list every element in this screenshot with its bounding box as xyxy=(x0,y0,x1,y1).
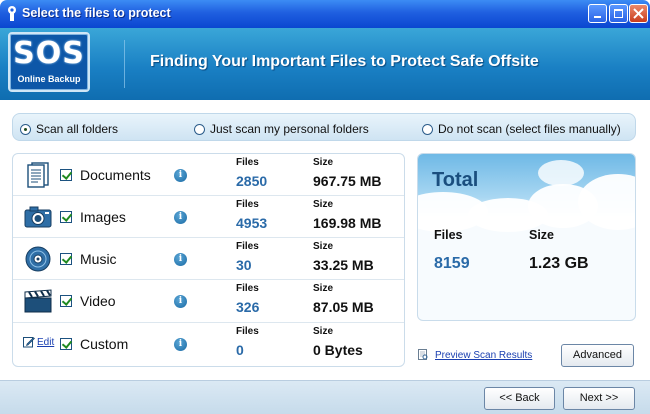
document-magnifier-icon xyxy=(418,349,428,360)
documents-icon xyxy=(27,162,49,188)
info-icon[interactable]: i xyxy=(174,338,187,351)
files-header: Files xyxy=(236,326,259,337)
total-files-header: Files xyxy=(434,228,463,242)
radio-label: Do not scan (select files manually) xyxy=(438,122,621,136)
window-title: Select the files to protect xyxy=(22,6,171,20)
back-button[interactable]: << Back xyxy=(484,387,555,410)
size-value: 87.05 MB xyxy=(313,299,374,315)
title-bar: Select the files to protect xyxy=(0,0,650,28)
total-title: Total xyxy=(432,169,479,191)
music-disc-icon xyxy=(25,246,51,272)
close-icon xyxy=(633,8,644,19)
radio-indicator[interactable] xyxy=(20,123,31,135)
scan-options-bar: Scan all folders Just scan my personal f… xyxy=(12,113,636,141)
info-icon[interactable]: i xyxy=(174,169,187,182)
size-header: Size xyxy=(313,157,334,168)
edit-custom[interactable]: Edit xyxy=(23,336,54,348)
radio-scan-personal[interactable]: Just scan my personal folders xyxy=(194,122,369,136)
category-row-music: Music i Files Size 30 33.25 MB xyxy=(13,238,404,280)
maximize-button[interactable] xyxy=(609,4,628,23)
files-count: 0 xyxy=(236,342,244,358)
total-size-value: 1.23 GB xyxy=(529,255,589,272)
radio-indicator[interactable] xyxy=(422,123,433,135)
logo-sub-text: Online Backup xyxy=(17,74,81,84)
category-row-video: Video i Files Size 326 87.05 MB xyxy=(13,280,404,323)
advanced-button[interactable]: Advanced xyxy=(561,344,634,367)
files-count: 2850 xyxy=(236,173,268,189)
category-label: Video xyxy=(80,293,116,309)
clapperboard-icon xyxy=(24,289,52,313)
next-button[interactable]: Next >> xyxy=(563,387,635,410)
size-header: Size xyxy=(313,283,334,294)
edit-icon xyxy=(23,337,35,348)
radio-scan-all[interactable]: Scan all folders xyxy=(20,122,118,136)
size-value: 0 Bytes xyxy=(313,342,363,358)
info-icon[interactable]: i xyxy=(174,295,187,308)
header-banner: SOS Online Backup Finding Your Important… xyxy=(0,28,650,100)
categories-panel: Documents i Files Size 2850 967.75 MB Im… xyxy=(12,153,405,367)
size-header: Size xyxy=(313,241,334,252)
radio-label: Just scan my personal folders xyxy=(210,122,369,136)
category-label: Custom xyxy=(80,336,129,352)
category-label: Music xyxy=(80,251,117,267)
close-button[interactable] xyxy=(629,4,648,23)
minimize-button[interactable] xyxy=(588,4,607,23)
files-header: Files xyxy=(236,283,259,294)
files-header: Files xyxy=(236,199,259,210)
preview-scan-results[interactable]: Preview Scan Results xyxy=(418,349,532,361)
size-value: 967.75 MB xyxy=(313,173,382,189)
files-header: Files xyxy=(236,241,259,252)
video-checkbox[interactable] xyxy=(60,295,72,307)
music-checkbox[interactable] xyxy=(60,253,72,265)
radio-label: Scan all folders xyxy=(36,122,119,136)
header-divider xyxy=(124,40,125,88)
size-value: 169.98 MB xyxy=(313,215,382,231)
camera-icon xyxy=(24,206,52,228)
files-count: 326 xyxy=(236,299,260,315)
radio-indicator[interactable] xyxy=(194,123,205,135)
files-count: 4953 xyxy=(236,215,268,231)
custom-checkbox[interactable] xyxy=(60,338,72,350)
radio-do-not-scan[interactable]: Do not scan (select files manually) xyxy=(422,122,621,136)
info-icon[interactable]: i xyxy=(174,253,187,266)
sos-logo: SOS Online Backup xyxy=(8,32,90,92)
size-value: 33.25 MB xyxy=(313,257,374,273)
documents-checkbox[interactable] xyxy=(60,169,72,181)
files-header: Files xyxy=(236,157,259,168)
size-header: Size xyxy=(313,326,334,337)
category-label: Images xyxy=(80,209,126,225)
total-panel: Total Files Size 8159 1.23 GB xyxy=(417,153,636,321)
total-files-count: 8159 xyxy=(434,255,470,272)
app-keyhole-icon xyxy=(8,6,16,21)
category-label: Documents xyxy=(80,167,151,183)
edit-link[interactable]: Edit xyxy=(37,337,54,348)
header-title: Finding Your Important Files to Protect … xyxy=(150,53,539,70)
info-icon[interactable]: i xyxy=(174,211,187,224)
images-checkbox[interactable] xyxy=(60,211,72,223)
size-header: Size xyxy=(313,199,334,210)
total-size-header: Size xyxy=(529,228,555,242)
files-count: 30 xyxy=(236,257,252,273)
category-row-images: Images i Files Size 4953 169.98 MB xyxy=(13,196,404,238)
logo-main-text: SOS xyxy=(13,36,85,71)
category-row-custom: Edit Custom i Files Size 0 0 Bytes xyxy=(13,323,404,365)
preview-link[interactable]: Preview Scan Results xyxy=(435,350,532,361)
category-row-documents: Documents i Files Size 2850 967.75 MB xyxy=(13,154,404,196)
